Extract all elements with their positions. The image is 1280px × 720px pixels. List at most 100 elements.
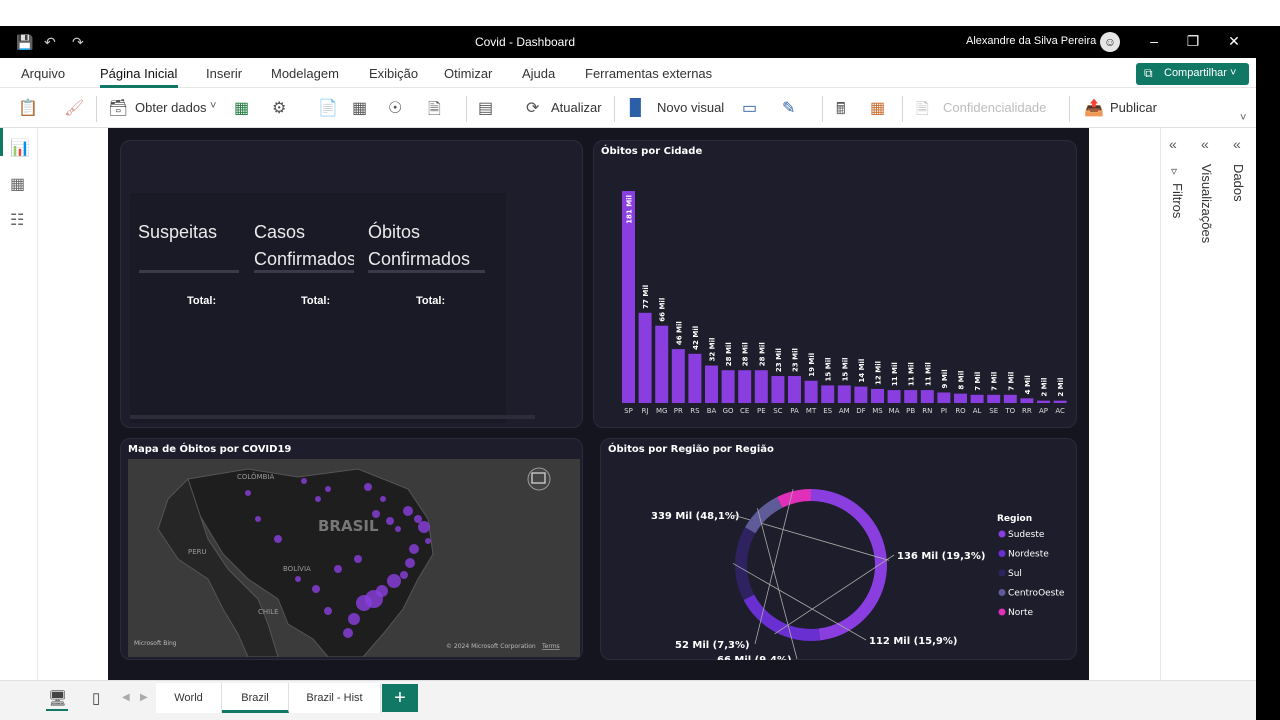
map[interactable]: COLÔMBIA BRASIL BOLÍVIA PERU CHILE Micro… xyxy=(128,459,580,657)
enter-data-icon[interactable]: ▦ xyxy=(352,98,367,118)
card-obitos-confirmados[interactable]: Óbitos Confirmados Total: xyxy=(354,193,506,423)
map-bubble[interactable] xyxy=(343,628,353,638)
menu-inserir[interactable]: Inserir xyxy=(206,66,242,81)
menu-modelagem[interactable]: Modelagem xyxy=(271,66,339,81)
donut-slice[interactable] xyxy=(735,527,756,601)
bar[interactable] xyxy=(837,385,851,403)
bar[interactable] xyxy=(638,312,652,403)
bar[interactable] xyxy=(987,394,1001,403)
recent-sources-icon[interactable]: 🗎 xyxy=(428,98,441,125)
prev-page-icon[interactable]: ◀ xyxy=(122,692,130,703)
map-bubble[interactable] xyxy=(354,555,362,563)
bar[interactable] xyxy=(738,370,752,403)
legend-item[interactable]: Sudeste xyxy=(1008,530,1045,540)
map-bubble[interactable] xyxy=(274,535,282,543)
horizontal-scrollbar[interactable] xyxy=(130,415,535,419)
get-data-button[interactable]: Obter dados xyxy=(135,100,207,115)
minimize-icon[interactable]: – xyxy=(1144,33,1164,49)
avatar[interactable]: ☺ xyxy=(1100,32,1120,52)
card-casos-confirmados[interactable]: Casos Confirmados Total: xyxy=(241,193,361,423)
bar[interactable] xyxy=(771,376,785,403)
page-tab-brazil-hist[interactable]: Brazil - Hist xyxy=(289,683,381,713)
bar[interactable] xyxy=(1020,398,1034,403)
bar[interactable] xyxy=(854,386,868,403)
bar[interactable] xyxy=(788,376,801,403)
bar[interactable] xyxy=(920,390,934,403)
map-bubble[interactable] xyxy=(414,515,422,523)
map-bubble[interactable] xyxy=(400,571,408,579)
legend-item[interactable]: CentroOeste xyxy=(1008,589,1065,599)
legend-item[interactable]: Nordeste xyxy=(1008,550,1049,560)
desktop-view-icon[interactable]: 🖥 xyxy=(48,689,67,707)
map-bubble[interactable] xyxy=(255,516,261,522)
visualizations-pane-tab[interactable]: Visualizações xyxy=(1199,164,1214,243)
map-bubble[interactable] xyxy=(325,486,331,492)
bar[interactable] xyxy=(1053,400,1067,403)
bar-chart-panel[interactable]: Óbitos por Cidade 181 Mil SP 77 Mil RJ 66 Mi… xyxy=(593,140,1077,428)
paste-icon[interactable]: 📋 xyxy=(18,98,38,118)
menu-ajuda[interactable]: Ajuda xyxy=(522,66,555,81)
map-bubble[interactable] xyxy=(315,496,321,502)
map-bubble[interactable] xyxy=(245,490,251,496)
maximize-icon[interactable]: ❐ xyxy=(1183,33,1203,50)
map-panel[interactable]: Mapa de Óbitos por COVID19 COLÔMBIA BRAS… xyxy=(120,438,583,660)
bar[interactable] xyxy=(688,353,702,403)
bar[interactable] xyxy=(871,388,884,403)
bar[interactable] xyxy=(954,393,967,403)
bar[interactable] xyxy=(804,380,818,403)
map-bubble[interactable] xyxy=(364,483,372,491)
map-bubble[interactable] xyxy=(372,510,380,518)
data-pane-tab[interactable]: Dados xyxy=(1231,164,1246,202)
menu-arquivo[interactable]: Arquivo xyxy=(21,66,65,81)
map-bubble[interactable] xyxy=(418,521,430,533)
page-tab-brazil[interactable]: Brazil xyxy=(222,683,289,713)
bar[interactable] xyxy=(904,390,918,403)
collapse-ribbon-icon[interactable]: ˅ xyxy=(1240,112,1246,124)
map-bubble[interactable] xyxy=(403,506,413,516)
dataverse-link-icon[interactable]: ☉ xyxy=(388,98,402,118)
map-bubble[interactable] xyxy=(395,526,401,532)
dataverse-icon[interactable]: ⚙ xyxy=(272,98,286,118)
mobile-view-icon[interactable]: ▯ xyxy=(92,689,100,707)
bar[interactable] xyxy=(1003,394,1017,403)
add-page-button[interactable]: + xyxy=(382,684,418,712)
map-bubble[interactable] xyxy=(356,595,372,611)
new-visual-button[interactable]: Novo visual xyxy=(657,100,724,115)
map-bubble[interactable] xyxy=(425,538,431,544)
map-bubble[interactable] xyxy=(386,517,394,525)
text-box-icon[interactable]: ▭ xyxy=(742,98,757,118)
refresh-button[interactable]: Atualizar xyxy=(551,100,602,115)
table-view-icon[interactable]: ▦ xyxy=(10,174,25,194)
bar[interactable] xyxy=(754,370,768,403)
new-measure-icon[interactable]: 🖩 xyxy=(836,98,846,125)
map-bubble[interactable] xyxy=(409,544,419,554)
report-view-icon[interactable]: 📊 xyxy=(10,138,30,158)
menu-exibicao[interactable]: Exibição xyxy=(369,66,418,81)
cards-panel[interactable]: Suspeitas Total: Casos Confirmados Total:… xyxy=(120,140,583,428)
map-bubble[interactable] xyxy=(387,574,401,588)
bar[interactable] xyxy=(671,349,685,403)
map-bubble[interactable] xyxy=(295,576,301,582)
confidentiality-button[interactable]: Confidencialidade xyxy=(943,100,1046,115)
bar[interactable] xyxy=(887,390,901,403)
filters-pane-tab[interactable]: Filtros xyxy=(1170,183,1185,218)
map-bubble[interactable] xyxy=(348,613,360,625)
menu-pagina-inicial[interactable]: Página Inicial xyxy=(100,66,177,81)
donut-panel[interactable]: Óbitos por Região por Região 339 Mil (48… xyxy=(600,438,1077,660)
legend-item[interactable]: Norte xyxy=(1008,608,1033,618)
legend-item[interactable]: Sul xyxy=(1008,569,1022,579)
excel-icon[interactable]: ▦ xyxy=(234,98,249,118)
card-suspeitas[interactable]: Suspeitas Total: xyxy=(130,193,250,423)
chevron-down-icon[interactable]: ˅ xyxy=(210,100,216,112)
bar[interactable] xyxy=(705,365,718,403)
model-view-icon[interactable]: ☷ xyxy=(10,210,24,230)
map-bubble[interactable] xyxy=(324,607,332,615)
format-painter-icon[interactable]: 🖌 xyxy=(64,98,84,118)
page-tab-world[interactable]: World xyxy=(156,683,222,713)
bar[interactable] xyxy=(721,370,735,403)
bar[interactable] xyxy=(655,325,669,403)
share-button[interactable]: ⧉ Compartilhar ˅ xyxy=(1136,63,1249,85)
map-terms-link[interactable]: Terms xyxy=(541,643,560,650)
publish-button[interactable]: Publicar xyxy=(1110,100,1157,115)
chevron-left-icon[interactable]: « xyxy=(1169,136,1177,152)
